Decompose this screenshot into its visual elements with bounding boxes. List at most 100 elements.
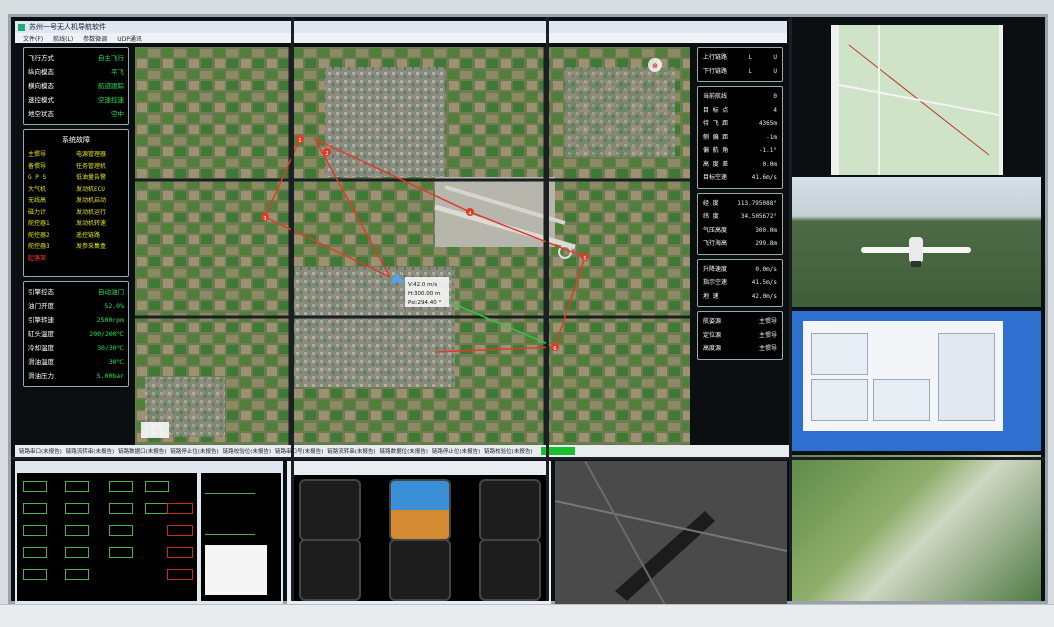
field-value: 30/30℃	[97, 344, 124, 352]
field-label: 纵向模态	[28, 68, 54, 76]
command-button[interactable]	[23, 481, 47, 492]
room-floor	[0, 604, 1054, 627]
field-value: 主惯导	[758, 331, 777, 339]
field-label: 指示空速	[703, 279, 728, 286]
command-button[interactable]	[65, 503, 89, 514]
mini-map-tile	[791, 25, 1041, 175]
command-button[interactable]	[65, 547, 89, 558]
infrared-view-tile	[555, 461, 787, 605]
command-button[interactable]	[23, 503, 47, 514]
source-row: 定位源 主惯导	[703, 329, 777, 343]
command-button[interactable]	[109, 525, 133, 536]
fault-title: 系统故障	[62, 136, 90, 144]
field-label: 高度源	[703, 345, 722, 352]
navigation-window: 苏州一号无人机导航软件 文件(F) 航线(L) 参数微调 UDP通讯 飞行方式自…	[15, 21, 787, 457]
waypoint-label: 6	[553, 346, 556, 352]
infrared-svg	[555, 461, 787, 605]
field-label: 经 度	[703, 199, 719, 207]
field-label: 横向模态	[28, 82, 54, 90]
menu-udp[interactable]: UDP通讯	[117, 34, 142, 43]
field-label: 目标空速	[703, 174, 728, 181]
engine-row: 滑油压力 5.00bar	[28, 369, 124, 383]
command-button[interactable]	[65, 569, 89, 580]
speed-panel: 升降速度 0.0m/s 指示空速 41.5m/s 地 速 42.0m/s	[697, 258, 783, 307]
field-value: 自动油门	[98, 288, 124, 296]
command-button[interactable]	[109, 481, 133, 492]
source-row: 高度源 主惯导	[703, 342, 777, 356]
engine-row: 油门开度 52.0%	[28, 299, 124, 313]
field-value: 52.0%	[104, 302, 124, 310]
engine-row: 缸头温度 200/200℃	[28, 327, 124, 341]
command-button[interactable]	[145, 481, 169, 492]
command-button[interactable]	[109, 503, 133, 514]
fault-item: 起落架	[28, 254, 47, 262]
fault-item: 遥控链路	[76, 231, 101, 239]
control-window	[15, 461, 283, 605]
speed-row: 指示空速 41.5m/s	[703, 276, 777, 290]
field-label: 滑油温度	[28, 358, 54, 366]
fault-item: 电源管理器	[76, 151, 107, 158]
field-value: 自主飞行	[98, 54, 124, 62]
video-wall: 苏州一号无人机导航软件 文件(F) 航线(L) 参数微调 UDP通讯 飞行方式自…	[8, 14, 1048, 605]
engine-row: 滑油温度 30℃	[28, 355, 124, 369]
field-label: 滑油压力	[28, 372, 54, 380]
field-value: L	[748, 67, 752, 75]
status-item: 链路数据位(未报告)	[379, 449, 428, 455]
fault-item: 发动机ECU	[76, 185, 105, 193]
command-button[interactable]	[65, 525, 89, 536]
tooltip-speed: V:42.0 m/s	[408, 282, 437, 288]
flight-mode-row: 横向模态 航迹跟踪	[28, 79, 124, 93]
left-status-column: 飞行方式 自主飞行 纵向模态 平飞 横向模态 航迹跟踪 速控模式 空速控速 地空状态 空中 系统故…	[23, 47, 129, 391]
fault-item: 备惯导	[28, 162, 47, 170]
altimeter	[479, 479, 541, 541]
fault-item: 发动机转速	[76, 220, 107, 227]
link-status-list	[205, 493, 255, 535]
position-row: 气压高度 300.0m	[703, 224, 777, 238]
status-item: 链路流转串(未报告)	[65, 449, 115, 455]
field-label: 纬 度	[703, 213, 719, 220]
status-item: 链路流转串(未报告)	[327, 449, 376, 455]
danger-command-button[interactable]	[167, 525, 193, 536]
monitor-seam	[11, 457, 1045, 460]
danger-command-button[interactable]	[167, 569, 193, 580]
danger-command-button[interactable]	[167, 547, 193, 558]
field-value: 0.0m	[762, 160, 777, 168]
field-value: 2500rpm	[96, 316, 124, 324]
mini-side-panel	[1003, 25, 1041, 175]
source-row: 航姿源 主惯导	[703, 315, 777, 329]
command-button[interactable]	[65, 481, 89, 492]
monitor-seam	[546, 17, 549, 601]
field-value: 34.505672°	[740, 213, 777, 220]
menu-file[interactable]: 文件(F)	[23, 34, 43, 43]
compass-glyph: ⊕	[652, 62, 658, 70]
map-svg: 1 2 3 4 5 6 V:42.0 m/s H:300.00 m Psi:29…	[135, 47, 690, 445]
command-button[interactable]	[23, 569, 47, 580]
fault-item: 大气机	[28, 185, 47, 193]
flight-mode-row: 地空状态 空中	[28, 107, 124, 121]
command-button[interactable]	[23, 525, 47, 536]
vertical-speed-indicator	[479, 539, 541, 601]
field-label: 引擎转速	[28, 316, 54, 324]
danger-command-button[interactable]	[167, 503, 193, 514]
fault-grid: 主惯导 电源管理器 备惯导 任务管理机 G P S 低油量告警 大气机 发动机ECU 无线高 发动…	[28, 149, 124, 264]
plot-panel	[811, 379, 868, 421]
fault-item: 低油量告警	[76, 174, 107, 181]
command-button[interactable]	[109, 547, 133, 558]
menu-route[interactable]: 航线(L)	[53, 34, 73, 43]
satellite-map[interactable]: 1 2 3 4 5 6 V:42.0 m/s H:300.00 m Psi:29…	[135, 47, 690, 445]
instrument-window	[287, 461, 551, 605]
field-label: 冷却温度	[28, 344, 54, 352]
route-row: 偏 航 角 -1.1°	[703, 144, 777, 158]
field-value: 航迹跟踪	[98, 82, 124, 90]
turn-coordinator	[299, 539, 361, 601]
command-button[interactable]	[145, 503, 169, 514]
settings-panel	[938, 333, 995, 421]
attitude-indicator	[389, 479, 451, 541]
menu-params[interactable]: 参数微调	[83, 34, 107, 43]
flight-mode-row: 飞行方式 自主飞行	[28, 51, 124, 65]
command-button[interactable]	[23, 547, 47, 558]
route-row: 目标空速 41.6m/s	[703, 171, 777, 185]
airspeed-indicator	[299, 479, 361, 541]
field-label: 引擎控态	[28, 288, 54, 296]
fault-item: 磁力计	[28, 208, 47, 216]
